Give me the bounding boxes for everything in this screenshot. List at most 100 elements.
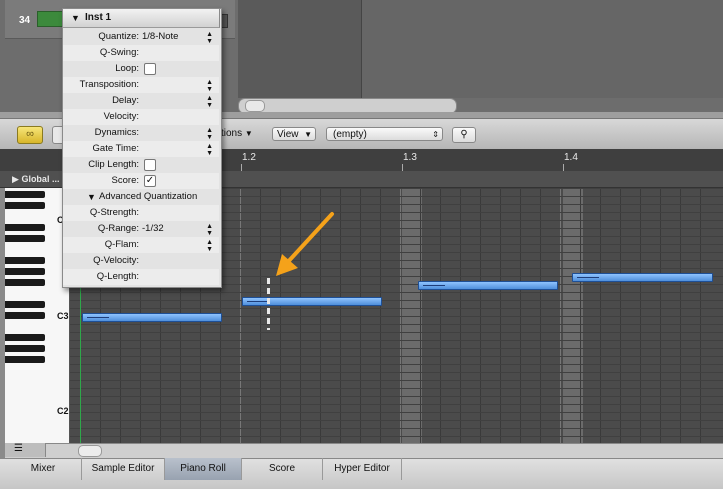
advanced-quantization-title: Advanced Quantization: [99, 191, 198, 202]
stepper-arrows-icon[interactable]: ▲ ▼: [206, 79, 213, 93]
stepper-arrows-icon[interactable]: ▲ ▼: [206, 143, 213, 157]
velocity-line: [423, 285, 445, 286]
disclosure-triangle-icon: ▶: [12, 174, 19, 184]
inspector-row-dynamics[interactable]: Dynamics: ▲ ▼: [63, 125, 219, 141]
ruler-tick: [241, 164, 242, 171]
annotation-arrow-icon: [276, 212, 334, 276]
inspector-row-delay[interactable]: Delay: ▲ ▼: [63, 93, 219, 109]
view-menu[interactable]: View ▼: [272, 127, 316, 141]
stepper-arrows-icon[interactable]: ▲ ▼: [206, 95, 213, 109]
piano-black-key[interactable]: [5, 202, 45, 209]
tab-score[interactable]: Score: [242, 458, 323, 480]
inspector-row-qlength[interactable]: Q-Length:: [63, 269, 219, 285]
grid-line-horizontal: [70, 324, 723, 325]
arrange-lane[interactable]: [238, 0, 362, 98]
piano-black-key[interactable]: [5, 268, 45, 275]
region-select[interactable]: (empty) ⇕: [326, 127, 443, 141]
piano-black-key[interactable]: [5, 301, 45, 308]
inspector-row-label: Clip Length:: [88, 159, 139, 170]
link-icon: ∞: [26, 128, 34, 140]
inspector-row-label: Dynamics:: [94, 127, 139, 138]
ruler-label: 1.2: [242, 152, 256, 163]
piano-black-key[interactable]: [5, 235, 45, 242]
stepper-arrows-icon[interactable]: ▲ ▼: [206, 239, 213, 253]
inspector-row-label: Quantize:: [98, 31, 139, 42]
grid-line-horizontal: [70, 380, 723, 381]
inspector-row-transposition[interactable]: Transposition: ▲ ▼: [63, 77, 219, 93]
search-button[interactable]: ⚲: [452, 127, 476, 143]
inspector-row-label: Score:: [111, 175, 139, 186]
inspector-row-label: Q-Length:: [96, 271, 139, 282]
inspector-row-qflam[interactable]: Q-Flam: ▲ ▼: [63, 237, 219, 253]
grid-line-horizontal: [70, 356, 723, 357]
arrange-scroll-thumb[interactable]: [245, 100, 265, 112]
midi-note[interactable]: [82, 313, 222, 322]
inspector-row-qvelocity[interactable]: Q-Velocity:: [63, 253, 219, 269]
velocity-line: [247, 301, 269, 302]
piano-black-key[interactable]: [5, 356, 45, 363]
inspector-row-gatetime[interactable]: Gate Time: ▲ ▼: [63, 141, 219, 157]
inspector-row-label: Q-Strength:: [89, 207, 139, 218]
disclosure-triangle-icon: ▼: [71, 13, 80, 23]
grid-line-horizontal: [70, 348, 723, 349]
inspector-row-loop[interactable]: Loop:: [63, 61, 219, 77]
inspector-row-qrange[interactable]: Q-Range: -1/32 ▲ ▼: [63, 221, 219, 237]
disclosure-triangle-icon: ▼: [87, 192, 96, 202]
ruler-label: 1.4: [564, 152, 578, 163]
tab-sample-editor[interactable]: Sample Editor: [82, 458, 165, 480]
piano-keyboard[interactable]: C C3 C2: [5, 188, 70, 443]
stepper-arrows-icon[interactable]: ▲ ▼: [206, 31, 213, 45]
piano-black-key[interactable]: [5, 257, 45, 264]
inspector-row-velocity[interactable]: Velocity:: [63, 109, 219, 125]
inspector-row-value: -1/32: [142, 223, 164, 234]
piano-black-key[interactable]: [5, 345, 45, 352]
editor-scroll-thumb[interactable]: [78, 445, 102, 457]
inspector-row-label: Q-Velocity:: [93, 255, 139, 266]
midi-note[interactable]: [572, 273, 713, 282]
chevron-down-icon: ▼: [304, 130, 312, 139]
grid-line-horizontal: [70, 364, 723, 365]
midi-note[interactable]: [418, 281, 558, 290]
checkbox-loop[interactable]: [144, 63, 156, 75]
piano-black-key[interactable]: [5, 279, 45, 286]
inspector-header[interactable]: ▼ Inst 1: [62, 8, 220, 28]
checkbox-score[interactable]: ✓: [144, 175, 156, 187]
position-marker: [267, 278, 270, 330]
inspector-row-label: Delay:: [112, 95, 139, 106]
inspector-row-cliplength[interactable]: Clip Length:: [63, 157, 219, 173]
stepper-arrows-icon[interactable]: ▲ ▼: [206, 223, 213, 237]
updown-arrows-icon: ⇕: [432, 130, 439, 139]
magnifier-icon: ⚲: [460, 129, 468, 140]
piano-black-key[interactable]: [5, 334, 45, 341]
tab-mixer[interactable]: Mixer: [5, 458, 82, 480]
advanced-quantization-header[interactable]: ▼ Advanced Quantization: [63, 189, 219, 205]
editor-horizontal-scrollbar[interactable]: [5, 443, 723, 458]
inspector-row-qswing[interactable]: Q-Swing:: [63, 45, 219, 61]
inspector-row-quantize[interactable]: Quantize: 1/8-Note ▲ ▼: [63, 29, 219, 45]
stepper-arrows-icon[interactable]: ▲ ▼: [206, 127, 213, 141]
link-button[interactable]: ∞: [17, 126, 43, 144]
piano-black-key[interactable]: [5, 224, 45, 231]
region-thumbnail[interactable]: [37, 11, 65, 27]
arrange-lane-empty[interactable]: [362, 0, 723, 98]
zoom-control[interactable]: ☰: [5, 443, 46, 457]
global-tracks-label[interactable]: ▶ Global ...: [12, 171, 59, 187]
midi-note[interactable]: [242, 297, 382, 306]
inspector-row-label: Q-Swing:: [99, 47, 139, 58]
tab-piano-roll[interactable]: Piano Roll: [165, 458, 242, 480]
grid-line-horizontal: [70, 332, 723, 333]
inspector-title: Inst 1: [85, 12, 112, 23]
ruler-tick: [402, 164, 403, 171]
piano-black-key[interactable]: [5, 191, 45, 198]
inspector-row-qstrength[interactable]: Q-Strength:: [63, 205, 219, 221]
inspector-row-score[interactable]: Score: ✓: [63, 173, 219, 189]
checkbox-cliplength[interactable]: [144, 159, 156, 171]
piano-black-key[interactable]: [5, 312, 45, 319]
inspector-row-label: Gate Time:: [92, 143, 139, 154]
grid-line-horizontal: [70, 308, 723, 309]
tab-hyper-editor[interactable]: Hyper Editor: [323, 458, 402, 480]
velocity-line: [577, 277, 599, 278]
grid-line-horizontal: [70, 412, 723, 413]
grid-line-horizontal: [70, 372, 723, 373]
grid-line-horizontal: [70, 428, 723, 429]
